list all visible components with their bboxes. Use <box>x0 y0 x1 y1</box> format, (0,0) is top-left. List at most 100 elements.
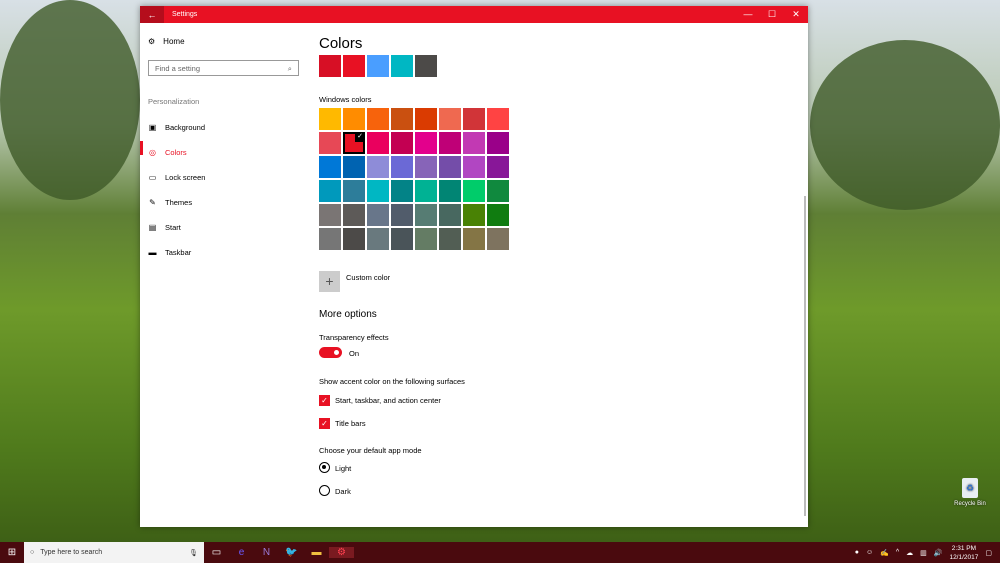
color-swatch[interactable] <box>367 204 389 226</box>
color-swatch[interactable] <box>487 156 509 178</box>
color-swatch[interactable] <box>367 156 389 178</box>
clock[interactable]: 2:31 PM 12/1/2017 <box>949 544 978 562</box>
sidebar-item-start[interactable]: ▤ Start <box>148 223 181 232</box>
sidebar-item-themes[interactable]: ✎ Themes <box>148 198 192 207</box>
color-swatch[interactable] <box>367 180 389 202</box>
network-icon[interactable]: ▥ <box>920 549 927 557</box>
back-button[interactable]: ← <box>140 6 164 23</box>
color-swatch[interactable] <box>487 204 509 226</box>
color-swatch[interactable] <box>415 204 437 226</box>
color-swatch[interactable] <box>391 228 413 250</box>
color-swatch[interactable] <box>343 180 365 202</box>
color-swatch[interactable] <box>463 204 485 226</box>
transparency-state: On <box>349 349 360 358</box>
color-swatch[interactable] <box>463 132 485 154</box>
dark-mode-radio[interactable] <box>319 485 330 496</box>
volume-icon[interactable]: 🔊 <box>934 549 943 557</box>
recycle-bin-label: Recycle Bin <box>954 501 986 507</box>
color-swatch[interactable] <box>367 228 389 250</box>
recent-color-swatch[interactable] <box>391 55 413 77</box>
color-swatch[interactable] <box>343 204 365 226</box>
color-swatch[interactable] <box>439 108 461 130</box>
chevron-up-icon[interactable]: ^ <box>896 549 899 556</box>
recycle-bin[interactable]: ♻ Recycle Bin <box>950 478 990 507</box>
microphone-icon[interactable]: 🎙 <box>189 549 198 557</box>
main-content: Colors Windows colors + Custom color Mor… <box>319 23 808 527</box>
title-bars-checkbox[interactable]: ✓ <box>319 418 330 429</box>
color-swatch[interactable] <box>391 156 413 178</box>
start-taskbar-checkbox[interactable]: ✓ <box>319 395 330 406</box>
sidebar-item-lock-screen[interactable]: ▭ Lock screen <box>148 173 206 182</box>
color-swatch[interactable] <box>439 132 461 154</box>
color-swatch[interactable] <box>463 156 485 178</box>
color-swatch[interactable] <box>415 180 437 202</box>
start-button[interactable]: ⊞ <box>0 547 24 558</box>
color-swatch[interactable] <box>319 204 341 226</box>
color-swatch[interactable] <box>319 108 341 130</box>
color-swatch[interactable] <box>391 204 413 226</box>
edge-icon[interactable]: e <box>229 547 254 558</box>
task-view-icon[interactable]: ▭ <box>204 547 229 558</box>
cloud-icon[interactable]: ☁ <box>906 549 913 557</box>
close-button[interactable]: ✕ <box>784 9 808 20</box>
action-center-icon[interactable]: ▢ <box>985 549 992 557</box>
color-swatch[interactable] <box>487 228 509 250</box>
search-placeholder: Find a setting <box>155 64 201 73</box>
avatar[interactable]: ● <box>855 549 859 556</box>
color-swatch[interactable] <box>415 108 437 130</box>
color-swatch[interactable] <box>319 156 341 178</box>
color-swatch[interactable] <box>343 156 365 178</box>
custom-color-button[interactable]: + <box>319 271 340 292</box>
color-swatch[interactable] <box>319 132 341 154</box>
transparency-toggle[interactable] <box>319 347 342 358</box>
color-swatch[interactable] <box>487 180 509 202</box>
color-swatch[interactable] <box>463 108 485 130</box>
twitter-icon[interactable]: 🐦 <box>279 547 304 558</box>
color-swatch[interactable] <box>391 180 413 202</box>
custom-color-label[interactable]: Custom color <box>346 273 390 282</box>
color-swatch[interactable] <box>439 204 461 226</box>
minimize-button[interactable]: — <box>736 9 760 20</box>
search-input[interactable]: Find a setting ⌕ <box>148 60 299 76</box>
color-swatch[interactable] <box>415 132 437 154</box>
color-swatch[interactable] <box>319 180 341 202</box>
sidebar-item-taskbar[interactable]: ▬ Taskbar <box>148 248 192 257</box>
scrollbar[interactable] <box>804 196 806 516</box>
color-swatch[interactable] <box>367 132 389 154</box>
recent-color-swatch[interactable] <box>415 55 437 77</box>
color-swatch[interactable] <box>319 228 341 250</box>
taskbar-search[interactable]: ○ Type here to search 🎙 <box>24 542 204 563</box>
pen-icon[interactable]: ✍ <box>880 549 889 557</box>
color-swatch[interactable] <box>415 228 437 250</box>
sidebar-item-colors[interactable]: ◎ Colors <box>148 148 187 157</box>
light-mode-radio[interactable] <box>319 462 330 473</box>
color-swatch[interactable] <box>463 180 485 202</box>
color-swatch[interactable] <box>463 228 485 250</box>
recent-color-swatch[interactable] <box>343 55 365 77</box>
color-swatch[interactable] <box>367 108 389 130</box>
transparency-label: Transparency effects <box>319 333 389 342</box>
color-swatch[interactable] <box>343 108 365 130</box>
color-swatch[interactable] <box>391 132 413 154</box>
color-swatch[interactable] <box>487 132 509 154</box>
maximize-button[interactable]: ☐ <box>760 9 784 20</box>
color-swatch[interactable] <box>343 228 365 250</box>
recent-color-swatch[interactable] <box>319 55 341 77</box>
color-swatch[interactable] <box>415 156 437 178</box>
recent-color-swatch[interactable] <box>367 55 389 77</box>
file-explorer-icon[interactable]: ▬ <box>304 547 329 558</box>
color-swatch[interactable] <box>439 228 461 250</box>
settings-icon[interactable]: ⚙ <box>329 547 354 558</box>
sidebar-item-background[interactable]: ▣ Background <box>148 123 205 132</box>
color-swatch[interactable] <box>487 108 509 130</box>
taskbar: ⊞ ○ Type here to search 🎙 ▭ e N 🐦 ▬ ⚙ ● ☺ … <box>0 542 1000 563</box>
people-icon[interactable]: ☺ <box>866 549 873 556</box>
color-swatch[interactable] <box>439 180 461 202</box>
color-swatch[interactable] <box>391 108 413 130</box>
app-mode-label: Choose your default app mode <box>319 446 422 455</box>
color-swatch[interactable] <box>343 132 365 154</box>
onenote-icon[interactable]: N <box>254 547 279 558</box>
selection-indicator <box>140 141 143 155</box>
home-link[interactable]: ⚙ Home <box>148 37 185 46</box>
color-swatch[interactable] <box>439 156 461 178</box>
